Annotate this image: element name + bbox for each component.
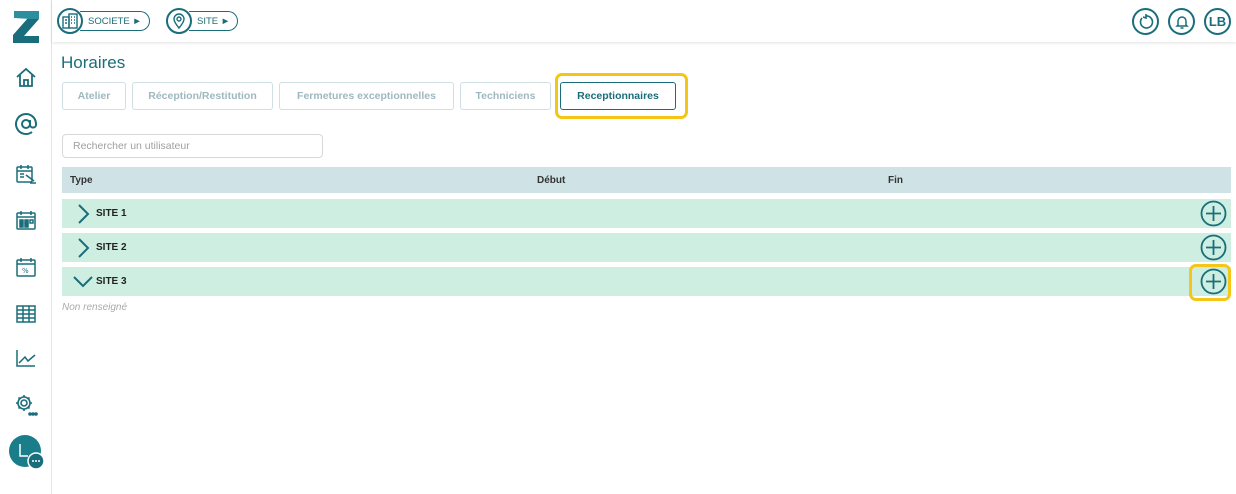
svg-text:%: % [22,267,29,275]
chevron-down-icon[interactable] [70,271,96,293]
calendar-grid-icon[interactable] [12,206,40,234]
empty-note: Non renseigné [62,302,128,313]
chat-avatar[interactable] [8,434,46,472]
topbar: SOCIETE ► SITE ► LB [52,0,1236,42]
site-row-2[interactable]: SITE 2 [62,233,1231,262]
bell-icon[interactable] [1168,8,1195,35]
avatar[interactable]: LB [1204,8,1231,35]
site-label: SITE 3 [96,276,127,287]
settings-icon[interactable] [12,391,40,419]
add-icon[interactable] [1200,200,1227,227]
chart-line-icon[interactable] [12,344,40,372]
search-input[interactable] [62,134,323,158]
add-icon[interactable] [1200,234,1227,261]
tab-techniciens[interactable]: Techniciens [460,82,551,110]
home-icon[interactable] [12,64,40,92]
sidebar: % [0,0,52,494]
table-header: Type Début Fin [62,167,1231,193]
site-label: SITE 1 [96,208,127,219]
column-debut: Début [537,175,566,186]
tab-receptionnaires[interactable]: Receptionnaires [560,82,676,110]
column-type: Type [70,175,93,186]
site-row-1[interactable]: SITE 1 [62,199,1231,228]
site-label: SITE 2 [96,242,127,253]
tab-reception-restitution[interactable]: Réception/Restitution [132,82,273,110]
avatar-initials: LB [1208,14,1227,29]
at-icon[interactable] [12,110,40,138]
breadcrumb-societe[interactable]: SOCIETE ► [57,8,150,34]
tab-atelier[interactable]: Atelier [62,82,126,110]
page-title: Horaires [61,53,126,72]
calendar-list-icon[interactable] [12,160,40,188]
chevron-right-icon[interactable] [72,237,94,259]
logo-z [13,11,39,43]
calendar-percent-icon[interactable]: % [12,253,40,281]
breadcrumb-societe-label: SOCIETE ► [80,11,150,31]
breadcrumb-site-label: SITE ► [189,11,239,31]
table-icon[interactable] [12,300,40,328]
tab-fermetures-exceptionnelles[interactable]: Fermetures exceptionnelles [279,82,454,110]
refresh-icon[interactable] [1132,8,1159,35]
column-fin: Fin [888,175,903,186]
chevron-right-icon[interactable] [72,203,94,225]
location-pin-icon [166,8,192,34]
site-row-3[interactable]: SITE 3 [62,267,1231,296]
add-icon[interactable] [1200,268,1227,295]
breadcrumb-site[interactable]: SITE ► [166,8,239,34]
building-icon [57,8,83,34]
